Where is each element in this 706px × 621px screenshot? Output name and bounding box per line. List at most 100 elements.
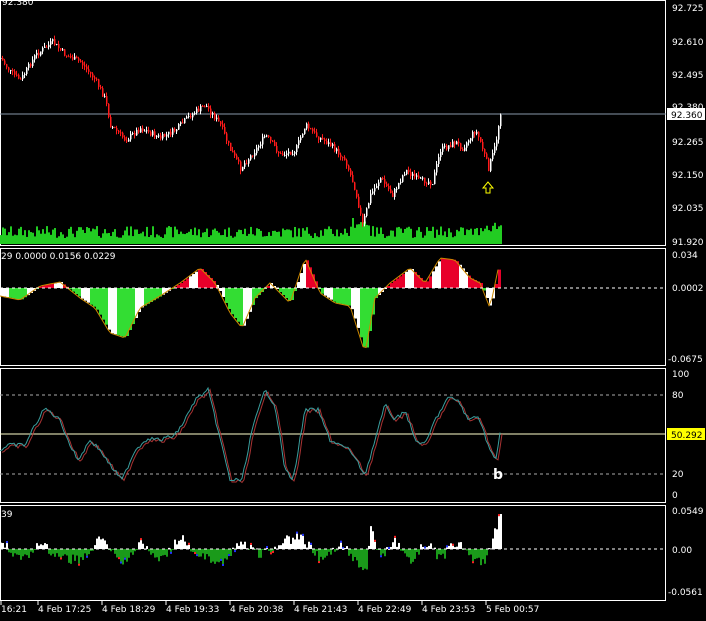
trading-chart[interactable]: 92.380 29 0.0000 0.0156 0.0229 b 39 92.7… [0, 0, 706, 621]
volume-bar [346, 232, 348, 244]
bottom-bar [184, 541, 186, 549]
volume-bar [358, 224, 360, 244]
bottom-bar [34, 549, 36, 550]
bottom-bar [68, 549, 70, 563]
bottom-bar [66, 549, 68, 556]
bottom-bar [308, 541, 310, 549]
volume-bar [6, 235, 8, 244]
bottom-bar-tip [374, 539, 376, 542]
candle-body [12, 70, 14, 72]
volume-bar [412, 237, 414, 244]
price-panel[interactable]: 92.380 [0, 0, 666, 244]
candle-body [390, 189, 392, 194]
candle-body [212, 113, 214, 115]
volume-bar [272, 230, 274, 244]
volume-bar [304, 230, 306, 244]
volume-bar [228, 227, 230, 244]
candle-body [208, 105, 210, 109]
candle-body [374, 188, 376, 192]
candle-body [372, 191, 374, 194]
candle-body [70, 56, 72, 58]
price-axis-label: 92.495 [672, 71, 704, 81]
bottom-bar [6, 543, 8, 549]
candle-body [420, 177, 422, 179]
volume-bar [136, 229, 138, 244]
volume-bar [132, 236, 134, 244]
candle-body [16, 74, 18, 76]
candle-body [418, 175, 420, 179]
histogram-bar [237, 288, 240, 322]
volume-bar [340, 232, 342, 244]
bottom-bar [436, 549, 438, 560]
candle-body [412, 173, 414, 176]
bottom-bar [36, 543, 38, 549]
histogram-bar [93, 288, 96, 307]
bottom-bar [292, 537, 294, 549]
volume-bar [286, 229, 288, 244]
volume-bar [254, 235, 256, 244]
volume-bar [46, 226, 48, 244]
candle-body [408, 169, 410, 173]
candle-body [318, 136, 320, 140]
candle-body [168, 131, 170, 135]
time-axis-label: 4 Feb 21:43 [294, 605, 347, 615]
bottom-bar-tip [380, 555, 382, 558]
bottom-bar [130, 549, 132, 553]
volume-bar [88, 228, 90, 244]
volume-bar [350, 226, 352, 244]
volume-bar [148, 236, 150, 244]
bottom-bar [220, 549, 222, 559]
histogram-bar [78, 288, 81, 297]
histogram-bar [180, 283, 183, 288]
volume-bar [84, 233, 86, 244]
volume-bar [294, 226, 296, 244]
bottom-bar [214, 549, 216, 564]
bottom-bar [346, 546, 348, 549]
bottom-bar [40, 544, 42, 549]
volume-bar [296, 236, 298, 244]
candle-body [474, 131, 476, 134]
time-axis-label: 4 Feb 23:53 [422, 605, 475, 615]
volume-bar [172, 237, 174, 244]
histogram-bar [483, 288, 486, 291]
histogram-bar [351, 288, 354, 310]
bottom-bar-tip [394, 535, 396, 538]
candle-body [294, 152, 296, 154]
bottom-bar [64, 549, 66, 555]
bottom-bar-tip [124, 557, 126, 560]
candle-body [20, 78, 22, 80]
bottom-bar-tip [228, 554, 230, 557]
histogram-bar [144, 288, 147, 306]
histogram-bar [186, 278, 189, 288]
histogram-bar [15, 288, 18, 299]
bottom-bar [10, 549, 12, 553]
histogram-bar [225, 288, 228, 303]
bottom-panel[interactable]: 39 [0, 510, 666, 571]
volume-bar [42, 229, 44, 244]
bottom-bar [174, 539, 176, 549]
volume-bar [216, 230, 218, 244]
bottom-bar-tip [310, 542, 312, 545]
price-axis-label: 92.725 [672, 4, 704, 14]
volume-bar [30, 232, 32, 244]
candle-body [232, 150, 234, 153]
volume-bar [374, 236, 376, 244]
volume-bar [466, 229, 468, 244]
bottom-bar-tip [446, 545, 448, 548]
candle-body [186, 116, 188, 119]
oscillator-panel[interactable]: b [0, 386, 666, 484]
candle-body [174, 128, 176, 132]
bottom-bar [54, 549, 56, 557]
volume-bar [154, 237, 156, 244]
bottom-bar [326, 549, 328, 556]
volume-bar [130, 226, 132, 244]
candle-body [394, 188, 396, 197]
histogram-bar [117, 288, 120, 336]
histogram-bar [333, 288, 336, 302]
candle-body [96, 78, 98, 80]
histogram-panel[interactable]: 29 0.0000 0.0156 0.0229 [0, 252, 666, 349]
bottom-bar [98, 536, 100, 549]
bottom-bar [188, 544, 190, 549]
candle-body [312, 128, 314, 132]
candle-body [278, 151, 280, 154]
